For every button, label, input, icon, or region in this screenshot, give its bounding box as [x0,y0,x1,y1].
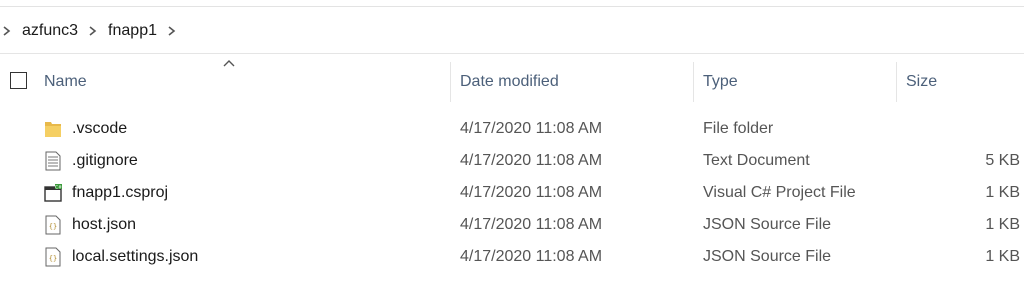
file-date: 4/17/2020 11:08 AM [460,152,603,169]
column-divider[interactable] [896,62,897,102]
file-row[interactable]: {} host.json 4/17/2020 11:08 AM JSON Sou… [0,209,1024,241]
file-size: 5 KB [985,152,1020,169]
breadcrumb: azfunc3 fnapp1 [0,8,1024,54]
column-header-date[interactable]: Date modified [460,62,559,102]
file-size: 1 KB [985,248,1020,265]
file-name: fnapp1.csproj [72,184,169,201]
file-date: 4/17/2020 11:08 AM [460,184,603,201]
text-file-icon [44,151,62,171]
json-file-icon: {} [44,215,62,235]
svg-text:C#: C# [55,184,62,190]
csharp-project-icon: C# [44,183,62,203]
file-type: Visual C# Project File [703,184,856,201]
file-date: 4/17/2020 11:08 AM [460,216,603,233]
select-all-checkbox[interactable] [10,72,27,89]
column-header-name[interactable]: Name [44,62,87,102]
json-file-icon: {} [44,247,62,267]
file-type: File folder [703,120,774,137]
chevron-right-icon[interactable] [88,25,98,36]
file-row[interactable]: C# fnapp1.csproj 4/17/2020 11:08 AM Visu… [0,177,1024,209]
file-date: 4/17/2020 11:08 AM [460,248,603,265]
file-size: 1 KB [985,184,1020,201]
breadcrumb-item-azfunc3[interactable]: azfunc3 [18,20,82,42]
file-type: JSON Source File [703,216,832,233]
column-divider[interactable] [693,62,694,102]
file-size [906,113,1020,145]
file-row[interactable]: .gitignore 4/17/2020 11:08 AM Text Docum… [0,145,1024,177]
file-name: .vscode [72,120,128,137]
chevron-right-icon[interactable] [167,25,177,36]
column-header-type[interactable]: Type [703,62,738,102]
column-divider[interactable] [450,62,451,102]
chevron-right-icon[interactable] [2,25,12,36]
column-header-size[interactable]: Size [906,62,937,102]
folder-icon [44,119,62,139]
file-type: JSON Source File [703,248,832,265]
svg-text:{}: {} [49,255,57,263]
window-top-edge [0,0,1024,7]
file-name: .gitignore [72,152,138,169]
svg-text:{}: {} [49,223,57,231]
breadcrumb-item-fnapp1[interactable]: fnapp1 [104,20,161,42]
file-row[interactable]: .vscode 4/17/2020 11:08 AM File folder [0,113,1024,145]
file-type: Text Document [703,152,810,169]
column-header-row: Name Date modified Type Size [0,60,1024,102]
file-name: host.json [72,216,137,233]
file-row[interactable]: {} local.settings.json 4/17/2020 11:08 A… [0,241,1024,273]
file-name: local.settings.json [72,248,199,265]
file-size: 1 KB [985,216,1020,233]
file-date: 4/17/2020 11:08 AM [460,120,603,137]
sort-ascending-icon [223,60,235,67]
